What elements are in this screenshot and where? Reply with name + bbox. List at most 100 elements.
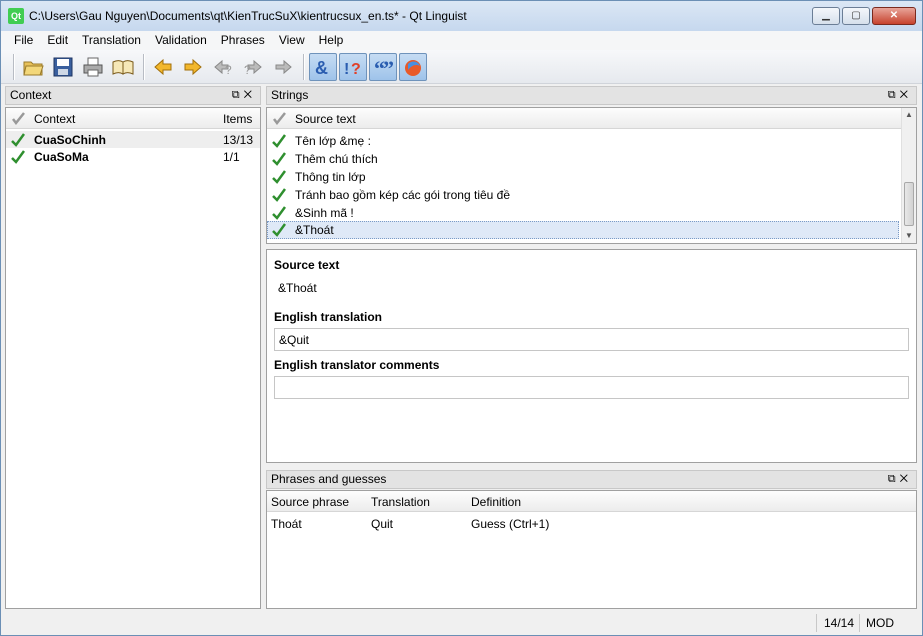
check-icon xyxy=(272,223,286,237)
next-button[interactable] xyxy=(179,53,207,81)
svg-text:&: & xyxy=(315,58,328,78)
dock-buttons: ⧉✕ xyxy=(888,87,912,104)
svg-text:?: ? xyxy=(244,63,251,77)
check-icon xyxy=(272,206,286,220)
prev-button[interactable] xyxy=(149,53,177,81)
string-row[interactable]: Thông tin lớp xyxy=(267,168,901,185)
translation-field[interactable]: &Quit xyxy=(274,328,909,351)
dock-buttons: ⧉✕ xyxy=(232,87,256,104)
strings-dock-label: Strings xyxy=(271,88,309,102)
context-row[interactable]: CuaSoChinh 13/13 xyxy=(6,131,260,148)
strings-list[interactable]: Source text Tên lớp &mẹ : Thêm chú thích… xyxy=(266,107,917,244)
placeholder-toggle[interactable] xyxy=(399,52,427,81)
source-text-column-header[interactable]: Source text xyxy=(295,112,356,126)
string-row-selected[interactable]: &Thoát xyxy=(267,221,899,239)
phrases-list[interactable]: Source phrase Translation Definition Tho… xyxy=(266,490,917,609)
float-icon[interactable]: ⧉ xyxy=(888,473,900,485)
next-icon xyxy=(184,58,202,75)
context-items: 1/1 xyxy=(223,150,240,164)
menu-bar: File Edit Translation Validation Phrases… xyxy=(1,31,922,50)
menu-translation[interactable]: Translation xyxy=(75,31,148,50)
scroll-down-icon[interactable]: ▼ xyxy=(902,229,916,243)
accelerators-icon: & xyxy=(315,58,328,78)
prev-unfinished-icon: ? xyxy=(214,59,232,77)
accelerators-toggle[interactable]: & xyxy=(309,52,337,81)
main-window: Qt C:\Users\Gau Nguyen\Documents\qt\Kien… xyxy=(0,0,923,636)
save-button[interactable] xyxy=(49,53,77,81)
punctuation-toggle[interactable]: !? xyxy=(339,52,367,81)
close-icon[interactable]: ✕ xyxy=(900,89,912,101)
strings-dock-title: Strings ⧉✕ xyxy=(266,86,917,105)
items-column-header[interactable]: Items xyxy=(223,112,252,126)
phrase-matches-icon: “” xyxy=(374,56,394,78)
context-column-header[interactable]: Context xyxy=(34,112,75,126)
progress-count: 14/14 xyxy=(824,616,855,630)
string-row[interactable]: &Sinh mã ! xyxy=(267,204,901,221)
phrases-dock-title: Phrases and guesses ⧉✕ xyxy=(266,470,917,489)
check-icon xyxy=(11,133,25,147)
menu-edit[interactable]: Edit xyxy=(40,31,75,50)
context-dock-label: Context xyxy=(10,88,52,102)
done-next-button[interactable] xyxy=(269,53,297,81)
phrasebook-icon xyxy=(112,59,134,75)
toolbar-handle[interactable] xyxy=(13,53,15,80)
status-separator xyxy=(859,614,860,632)
prev-icon xyxy=(154,58,172,75)
source-phrase-column-header[interactable]: Source phrase xyxy=(271,495,349,509)
phrases-dock-label: Phrases and guesses xyxy=(271,472,387,486)
context-name: CuaSoChinh xyxy=(34,133,106,147)
string-text: Thông tin lớp xyxy=(295,170,366,184)
translation-column-header[interactable]: Translation xyxy=(371,495,430,509)
float-icon[interactable]: ⧉ xyxy=(232,89,244,101)
maximize-button[interactable]: ▢ xyxy=(842,7,870,25)
definition-column-header[interactable]: Definition xyxy=(471,495,521,509)
minimize-button[interactable]: ▁ xyxy=(812,7,840,25)
close-button[interactable]: ✕ xyxy=(872,7,916,25)
phrasebook-button[interactable] xyxy=(109,53,137,81)
menu-phrases[interactable]: Phrases xyxy=(214,31,272,50)
string-text: Tên lớp &mẹ : xyxy=(295,134,371,148)
close-icon[interactable]: ✕ xyxy=(900,473,912,485)
status-header-icon xyxy=(12,112,25,125)
prev-unfinished-button[interactable]: ? xyxy=(209,53,237,81)
menu-view[interactable]: View xyxy=(272,31,312,50)
print-button[interactable] xyxy=(79,53,107,81)
string-row[interactable]: Tránh bao gồm kép các gói trong tiêu đề xyxy=(267,186,901,203)
menu-file[interactable]: File xyxy=(7,31,40,50)
comments-label: English translator comments xyxy=(274,358,440,372)
window-controls: ▁ ▢ ✕ xyxy=(812,7,916,25)
svg-text:?: ? xyxy=(225,63,232,77)
svg-text:”: ” xyxy=(383,56,394,78)
string-row[interactable]: Thêm chú thích xyxy=(267,150,901,167)
comments-field[interactable] xyxy=(274,376,909,399)
phrase-row[interactable]: Thoát Quit Guess (Ctrl+1) xyxy=(267,515,916,532)
toolbar-separator xyxy=(303,53,305,80)
string-text: Thêm chú thích xyxy=(295,152,378,166)
strings-scrollbar[interactable]: ▲ ▼ xyxy=(901,108,916,243)
open-button[interactable] xyxy=(19,53,47,81)
menu-help[interactable]: Help xyxy=(312,31,351,50)
save-icon xyxy=(53,57,73,76)
phrases-header: Source phrase Translation Definition xyxy=(267,491,916,512)
check-icon xyxy=(11,150,25,164)
done-next-icon xyxy=(275,59,292,74)
close-icon[interactable]: ✕ xyxy=(244,89,256,101)
title-bar: Qt C:\Users\Gau Nguyen\Documents\qt\Kien… xyxy=(1,1,922,31)
scroll-up-icon[interactable]: ▲ xyxy=(902,108,916,122)
menu-validation[interactable]: Validation xyxy=(148,31,214,50)
next-unfinished-button[interactable]: ? xyxy=(239,53,267,81)
window-title: C:\Users\Gau Nguyen\Documents\qt\KienTru… xyxy=(29,9,467,23)
modified-indicator: MOD xyxy=(866,616,894,630)
context-row[interactable]: CuaSoMa 1/1 xyxy=(6,148,260,165)
scroll-thumb[interactable] xyxy=(904,182,914,226)
context-list[interactable]: Context Items CuaSoChinh 13/13 CuaSoMa 1… xyxy=(5,107,261,609)
translation-editor: Source text &Thoát English translation &… xyxy=(266,249,917,463)
phrase-definition: Guess (Ctrl+1) xyxy=(471,517,550,531)
context-name: CuaSoMa xyxy=(34,150,89,164)
string-row[interactable]: Tên lớp &mẹ : xyxy=(267,132,901,149)
next-unfinished-icon: ? xyxy=(244,59,262,77)
float-icon[interactable]: ⧉ xyxy=(888,89,900,101)
placeholder-icon xyxy=(405,59,421,76)
phrase-matches-toggle[interactable]: “” xyxy=(369,52,397,81)
check-icon xyxy=(272,152,286,166)
